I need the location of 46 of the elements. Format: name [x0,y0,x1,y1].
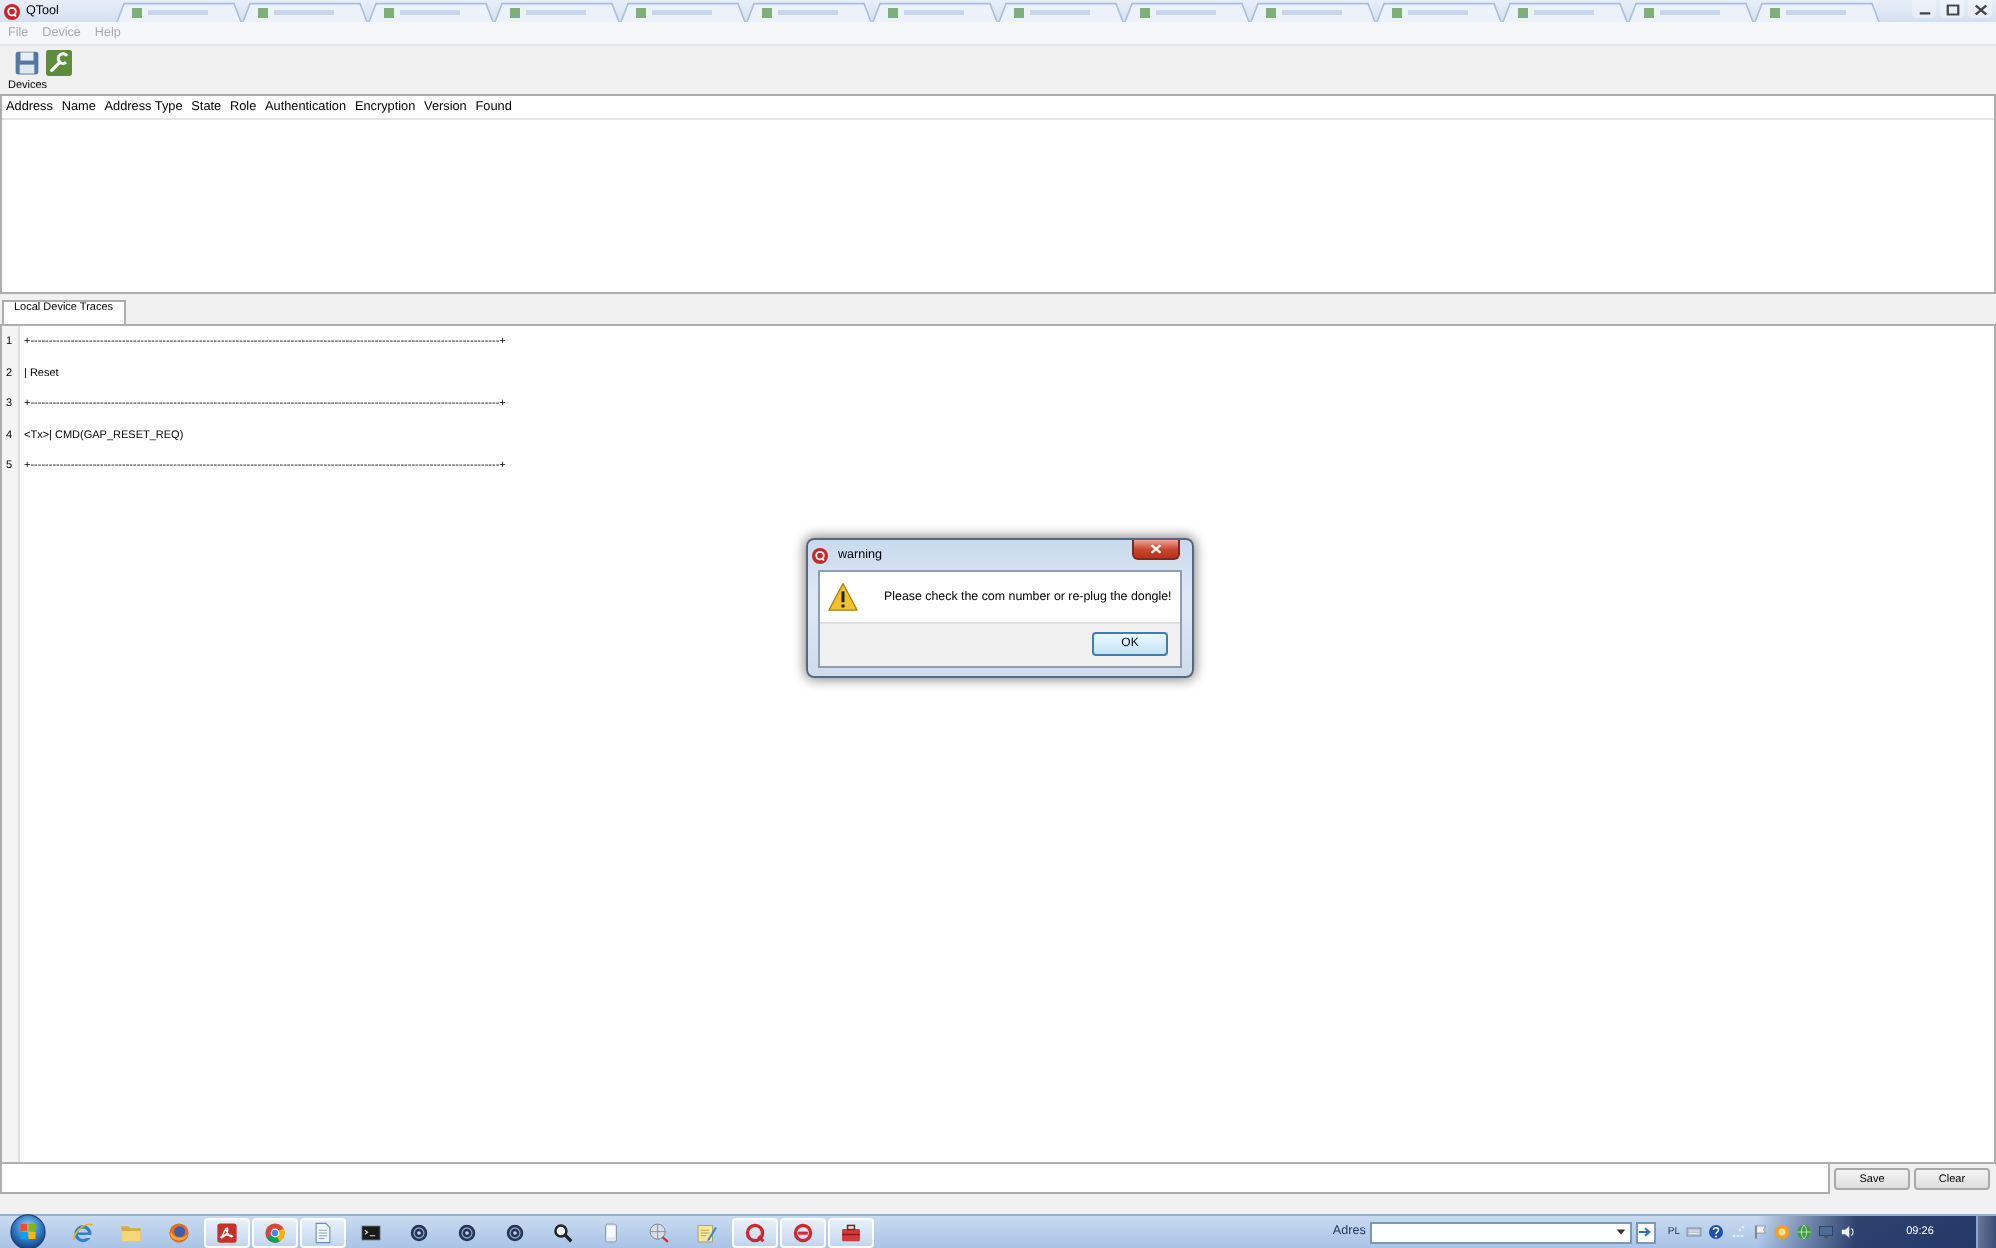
pdf-icon [216,1221,238,1243]
close-button[interactable] [1132,540,1180,560]
go-button[interactable] [1635,1221,1656,1243]
wrench-icon [46,49,72,75]
dropdown-caret-icon [1615,1228,1626,1236]
disc-icon [456,1221,478,1243]
help-icon [1708,1224,1724,1240]
folder-icon [120,1221,142,1243]
start-orb-icon [10,1214,46,1248]
globe-icon [168,1221,190,1243]
show-desktop-button[interactable] [1976,1216,1996,1248]
maximize-button[interactable] [1940,0,1964,18]
warning-icon [828,582,858,612]
start-button[interactable] [10,1214,46,1248]
toolbox-icon [840,1221,862,1243]
search-icon [552,1221,574,1243]
save-button[interactable] [14,49,40,75]
disc-icon [504,1221,526,1243]
close-button[interactable] [1968,0,1992,18]
minimize-button[interactable] [1912,0,1936,18]
flag-icon [1752,1224,1768,1240]
coin-icon [1774,1224,1790,1240]
dots-icon [1730,1224,1746,1240]
keyboard-icon [1686,1224,1702,1240]
taskbar-button[interactable] [828,1217,874,1247]
crosshair-icon [648,1221,670,1243]
globe-icon [1796,1224,1812,1240]
close-icon [1150,544,1162,554]
close-icon [1973,3,1987,15]
document-icon [312,1221,334,1243]
phone-icon [600,1221,622,1243]
arrow-icon [1638,1226,1653,1238]
no-entry-icon [792,1221,814,1243]
disc-icon [408,1221,430,1243]
speaker-icon [1840,1224,1856,1240]
wrench-button[interactable] [46,49,72,75]
ring-icon [744,1221,766,1243]
browser-icon [72,1221,94,1243]
terminal-icon [360,1221,382,1243]
notepad-icon [696,1221,718,1243]
maximize-icon [1945,3,1959,15]
command-field[interactable] [0,1164,1830,1194]
wheel-icon [264,1221,286,1243]
app-logo-icon [812,547,828,563]
monitor-icon [1818,1224,1834,1240]
address-field[interactable] [1369,1221,1632,1243]
